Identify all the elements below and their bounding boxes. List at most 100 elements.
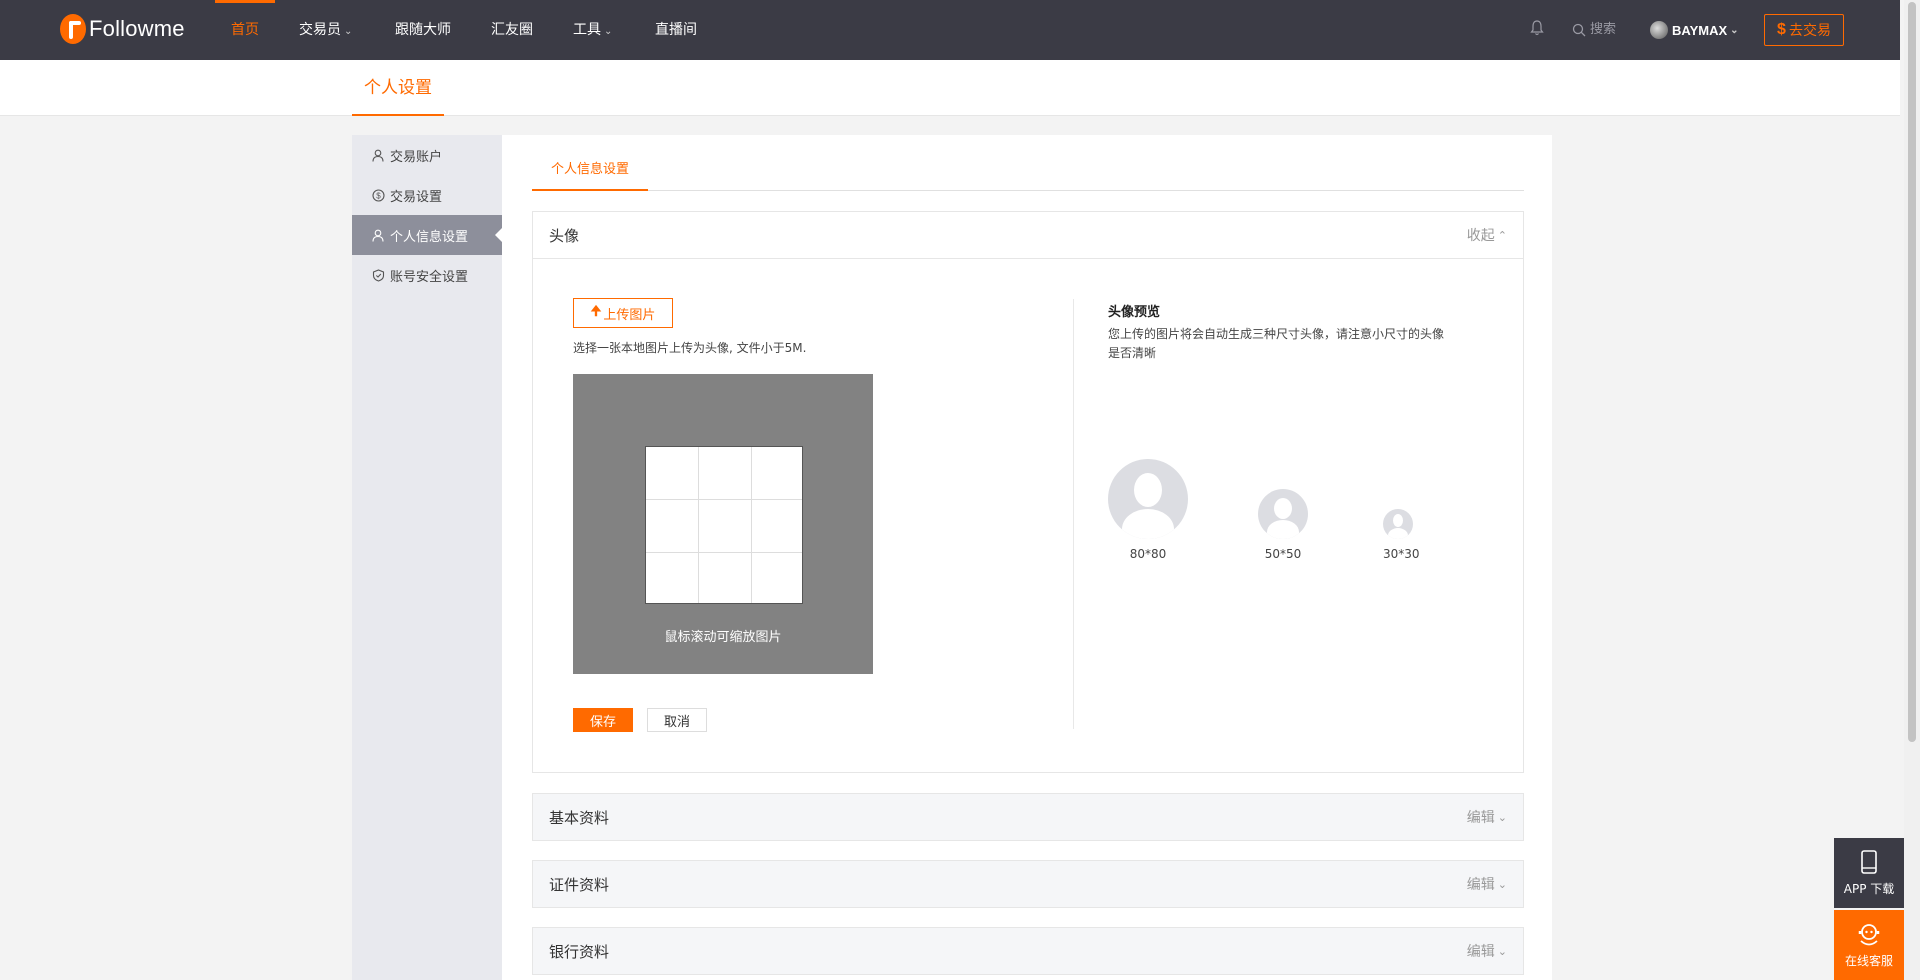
sidebar-item-trading-account[interactable]: 交易账户	[352, 135, 502, 175]
shield-icon	[372, 268, 385, 282]
avatar-panel-header: 头像 收起 ⌃	[533, 212, 1523, 258]
go-trade-label: 去交易	[1788, 23, 1831, 39]
sidebar-item-label: 交易账户	[390, 149, 443, 165]
grid-line	[646, 499, 802, 500]
panel-header[interactable]: 基本资料 编辑 ⌄	[533, 794, 1523, 840]
panel-title: 头像	[549, 226, 580, 245]
search-icon	[1572, 23, 1586, 37]
nav-item-live[interactable]: 直播间	[655, 0, 697, 60]
edit-toggle[interactable]: 编辑 ⌄	[1467, 874, 1507, 894]
online-service-label: 在线客服	[1844, 953, 1893, 968]
nav-item-label: 直播间	[655, 22, 697, 38]
panel-title: 基本资料	[549, 808, 610, 827]
dollar-icon: $	[1777, 21, 1786, 38]
online-service-button[interactable]: 在线客服	[1834, 910, 1904, 980]
bell-icon[interactable]	[1530, 20, 1544, 36]
edit-toggle[interactable]: 编辑 ⌄	[1467, 941, 1507, 961]
collapse-label: 收起	[1466, 228, 1495, 244]
panel-title: 银行资料	[549, 942, 610, 961]
arrow-up-icon: 🠉	[590, 304, 602, 319]
bank-info-panel: 银行资料 编辑 ⌄	[532, 927, 1524, 975]
nav-item-community[interactable]: 汇友圈	[491, 0, 533, 60]
crop-selection[interactable]	[645, 446, 803, 604]
edit-toggle[interactable]: 编辑 ⌄	[1467, 807, 1507, 827]
cancel-button[interactable]: 取消	[647, 708, 707, 732]
chevron-up-icon: ⌃	[1497, 228, 1507, 242]
edit-label: 编辑	[1466, 810, 1495, 826]
divider	[1073, 299, 1074, 729]
chevron-down-icon: ⌄	[604, 26, 613, 37]
upload-label: 上传图片	[603, 307, 656, 323]
avatar-placeholder-icon	[1383, 509, 1413, 539]
nav-item-label: 交易员	[299, 22, 341, 38]
nav-item-home[interactable]: 首页	[215, 0, 275, 60]
nav-item-traders[interactable]: 交易员 ⌄	[299, 0, 352, 60]
edit-label: 编辑	[1466, 944, 1495, 960]
mobile-phone-icon	[1861, 849, 1877, 874]
customer-service-icon	[1858, 923, 1880, 945]
username: BAYMAX	[1672, 22, 1728, 38]
grid-line	[751, 447, 752, 603]
main-content: 个人信息设置 头像 收起 ⌃ 🠉 上传图片 选择一张本地图片上传为头像, 文件小…	[502, 135, 1552, 980]
user-icon	[372, 229, 384, 242]
search-button[interactable]: 搜索	[1572, 0, 1616, 60]
nav-item-follow-masters[interactable]: 跟随大师	[395, 0, 451, 60]
chevron-down-icon: ⌄	[1497, 810, 1507, 824]
user-icon	[372, 149, 384, 162]
app-download-button[interactable]: APP 下载	[1834, 838, 1904, 908]
avatar-placeholder-icon	[1108, 459, 1188, 539]
logo[interactable]: Followme	[60, 14, 185, 44]
go-trade-button[interactable]: $ 去交易	[1764, 14, 1844, 46]
avatar-preview-small: 30*30	[1383, 509, 1420, 561]
logo-text: Followme	[89, 16, 185, 41]
sidebar-item-trading-settings[interactable]: $ 交易设置	[352, 175, 502, 215]
top-navbar: Followme 首页 交易员 ⌄ 跟随大师 汇友圈 工具 ⌄ 直播间 搜索 BAY…	[0, 0, 1900, 60]
sidebar-item-account-security[interactable]: 账号安全设置	[352, 255, 502, 295]
user-menu[interactable]: BAYMAX ⌄	[1650, 0, 1739, 60]
avatar-placeholder-icon	[1258, 489, 1308, 539]
avatar	[1650, 21, 1668, 39]
sub-header: 个人设置	[0, 60, 1900, 116]
preview-title: 头像预览	[1108, 305, 1161, 320]
avatar-panel: 头像 收起 ⌃ 🠉 上传图片 选择一张本地图片上传为头像, 文件小于5M. 鼠标…	[532, 211, 1524, 773]
crop-tip: 鼠标滚动可缩放图片	[664, 630, 782, 645]
upload-image-button[interactable]: 🠉 上传图片	[573, 298, 673, 328]
nav-item-label: 首页	[231, 22, 259, 38]
nav-item-label: 工具	[573, 22, 601, 38]
avatar-preview-large: 80*80	[1108, 459, 1188, 561]
tab-bar: 个人信息设置	[532, 155, 1524, 191]
nav-item-tools[interactable]: 工具 ⌄	[573, 0, 612, 60]
panel-header[interactable]: 证件资料 编辑 ⌄	[533, 861, 1523, 907]
save-button[interactable]: 保存	[573, 708, 633, 732]
grid-line	[698, 447, 699, 603]
avatar-preview-medium: 50*50	[1258, 489, 1308, 561]
edit-label: 编辑	[1466, 877, 1495, 893]
size-label: 30*30	[1383, 547, 1420, 561]
upload-hint: 选择一张本地图片上传为头像, 文件小于5M.	[573, 341, 807, 355]
tab-personal-info[interactable]: 个人信息设置	[532, 155, 648, 191]
size-label: 50*50	[1264, 547, 1302, 561]
sidebar-item-label: 交易设置	[390, 189, 443, 205]
svg-text:$: $	[376, 191, 381, 200]
dollar-circle-icon: $	[372, 188, 385, 202]
size-label: 80*80	[1129, 547, 1167, 561]
page-title[interactable]: 个人设置	[352, 60, 444, 116]
chevron-down-icon: ⌄	[344, 26, 353, 37]
crop-area[interactable]: 鼠标滚动可缩放图片	[573, 374, 873, 674]
nav-item-label: 跟随大师	[395, 22, 451, 38]
scrollbar[interactable]	[1904, 0, 1920, 980]
sidebar: 交易账户 $ 交易设置 个人信息设置 账号安全设置	[352, 135, 502, 980]
collapse-toggle[interactable]: 收起 ⌃	[1467, 225, 1507, 245]
id-documents-panel: 证件资料 编辑 ⌄	[532, 860, 1524, 908]
sidebar-item-label: 个人信息设置	[390, 229, 469, 245]
chevron-down-icon: ⌄	[1730, 24, 1739, 36]
panel-header[interactable]: 银行资料 编辑 ⌄	[533, 928, 1523, 974]
search-label: 搜索	[1590, 22, 1617, 37]
grid-line	[646, 552, 802, 553]
preview-description: 您上传的图片将会自动生成三种尺寸头像，请注意小尺寸的头像是否清晰	[1108, 327, 1445, 360]
sidebar-item-label: 账号安全设置	[390, 269, 469, 285]
chevron-down-icon: ⌄	[1497, 944, 1507, 958]
sidebar-item-personal-info[interactable]: 个人信息设置	[352, 215, 502, 255]
scrollbar-thumb[interactable]	[1908, 2, 1916, 742]
panel-title: 证件资料	[549, 875, 610, 894]
